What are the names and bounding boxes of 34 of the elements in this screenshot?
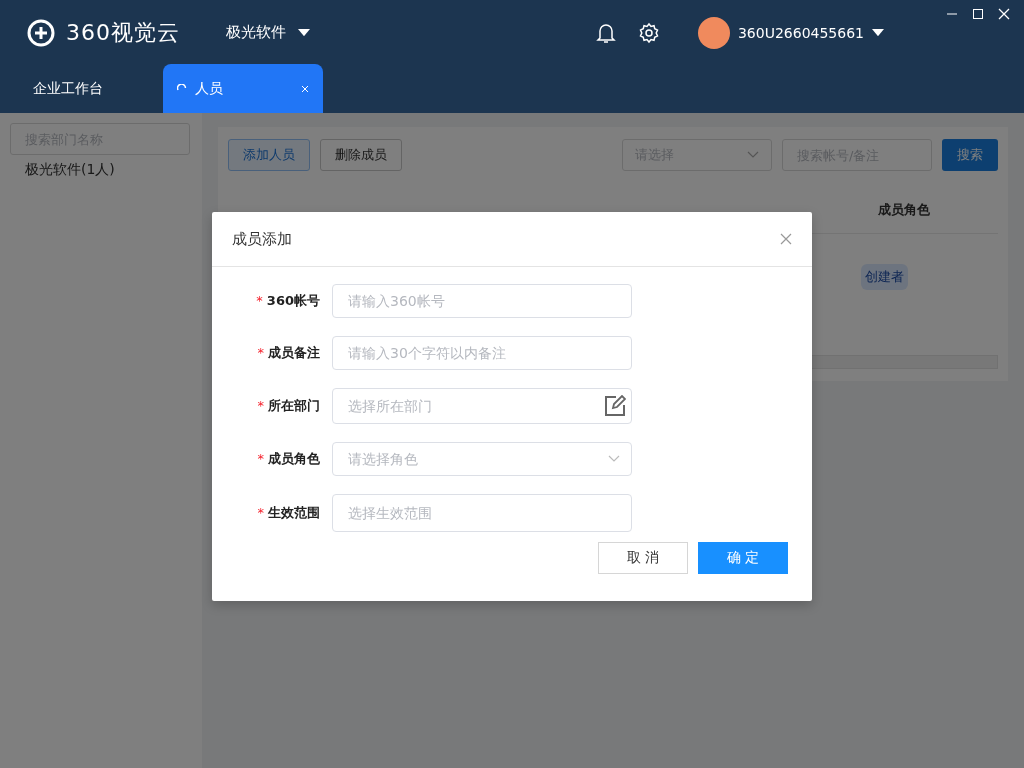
user-menu[interactable]: 360U2660455661: [697, 16, 884, 49]
tab[interactable]: 人员: [163, 64, 323, 113]
app-logo-text: 360视觉云: [66, 18, 180, 47]
search-button[interactable]: 搜索: [942, 139, 998, 171]
tree-item[interactable]: 极光软件(1人): [10, 161, 192, 179]
confirm-button[interactable]: 确 定: [698, 542, 788, 574]
input-field[interactable]: 请输入360帐号: [332, 284, 632, 318]
chevron-down-icon: [747, 151, 759, 159]
settings-icon[interactable]: [637, 21, 660, 44]
role-select[interactable]: 请选择角色: [332, 442, 632, 476]
column-header: 成员角色: [878, 201, 930, 219]
logo-icon: [26, 17, 56, 48]
field-label: * 成员角色: [256, 450, 321, 468]
caret-icon: [872, 28, 884, 37]
input-field[interactable]: 请输入30个字符以内备注: [332, 336, 632, 370]
field-label: * 所在部门: [256, 397, 321, 415]
add-button[interactable]: 添加人员: [228, 139, 310, 171]
avatar: [697, 16, 730, 49]
organization-dropdown[interactable]: 极光软件: [226, 23, 310, 42]
field-label: * 360帐号: [255, 292, 321, 310]
field-label: * 生效范围: [256, 504, 321, 522]
chevron-down-icon: [608, 455, 620, 463]
tab[interactable]: 企业工作台: [0, 65, 163, 113]
maximize-icon[interactable]: [972, 8, 984, 20]
edit-icon[interactable]: [604, 395, 626, 417]
input-field[interactable]: 选择生效范围: [332, 494, 632, 532]
bell-icon[interactable]: [595, 21, 616, 44]
delete-button[interactable]: 删除成员: [320, 139, 402, 171]
dialog-title: 成员添加: [232, 229, 292, 249]
cancel-button[interactable]: 取 消: [598, 542, 688, 574]
field-label: * 成员备注: [256, 344, 321, 362]
input-field[interactable]: 选择所在部门: [332, 388, 632, 424]
role-tag: 创建者: [861, 264, 908, 290]
caret-icon: [298, 28, 310, 37]
